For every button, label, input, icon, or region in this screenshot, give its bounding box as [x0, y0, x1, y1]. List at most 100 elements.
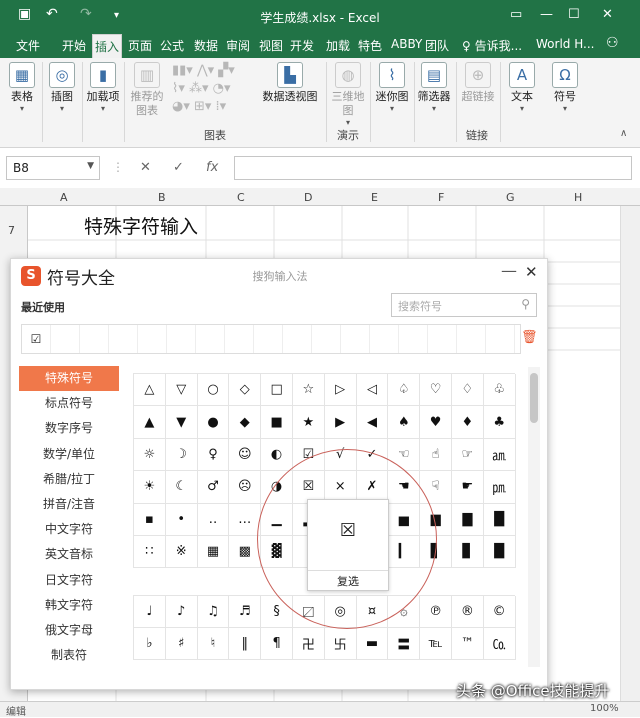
- tell-me-search[interactable]: ♀ 告诉我...: [462, 37, 522, 54]
- symbol-cell[interactable]: ㏇: [483, 628, 516, 660]
- symbol-cell[interactable]: ■: [261, 406, 293, 439]
- row-number[interactable]: 7: [8, 224, 15, 237]
- symbol-cell[interactable]: ㏘: [483, 471, 516, 504]
- symbol-cell[interactable]: ♭: [134, 628, 166, 660]
- symbol-cell[interactable]: ♡: [420, 374, 452, 407]
- symbol-cell[interactable]: ▲: [134, 406, 166, 439]
- scroll-thumb[interactable]: [530, 373, 538, 423]
- table-button[interactable]: ▦ 表格 ▾: [6, 62, 38, 113]
- category-item[interactable]: 英文音标: [19, 542, 119, 567]
- hyperlink-button[interactable]: ⊕ 超链接: [460, 62, 496, 104]
- symbol-cell[interactable]: 卐: [324, 628, 357, 660]
- tab-page-layout[interactable]: 页面: [128, 37, 152, 54]
- category-item[interactable]: 中文字符: [19, 517, 119, 542]
- symbol-cell[interactable]: ▊: [451, 535, 484, 569]
- symbol-cell[interactable]: ◆: [229, 406, 262, 439]
- symbol-cell[interactable]: ☾: [165, 471, 198, 504]
- symbol-cell[interactable]: ㏂: [483, 438, 516, 472]
- symbol-cell[interactable]: ℗: [420, 596, 452, 628]
- column-header[interactable]: H: [574, 191, 582, 204]
- symbol-cell[interactable]: ☝: [420, 438, 452, 472]
- category-item[interactable]: 特殊符号: [19, 366, 119, 392]
- symbol-cell[interactable]: ♠: [388, 406, 421, 439]
- category-item[interactable]: 俄文字母: [19, 618, 119, 643]
- addins-button[interactable]: ▮ 加载项 ▾: [86, 62, 120, 113]
- category-item[interactable]: 标点符号: [19, 391, 119, 416]
- tab-file[interactable]: 文件: [16, 37, 40, 54]
- symbol-cell[interactable]: ◇: [229, 374, 262, 407]
- tab-formulas[interactable]: 公式: [160, 37, 184, 54]
- symbol-cell[interactable]: ℡: [420, 628, 452, 660]
- symbol-cell[interactable]: ※: [165, 535, 198, 569]
- symbol-preview-popup[interactable]: ☒ 复选: [307, 499, 389, 591]
- symbol-cell[interactable]: ™: [451, 628, 484, 660]
- symbol-cell[interactable]: 卍: [292, 628, 325, 660]
- symbol-cell[interactable]: ©: [483, 596, 516, 628]
- category-item[interactable]: 拼音/注音: [19, 492, 119, 517]
- symbol-cell[interactable]: 〓: [388, 628, 421, 660]
- 3d-map-button[interactable]: ◍ 三维地图 ▾: [330, 62, 366, 127]
- column-header[interactable]: B: [158, 191, 166, 204]
- column-header[interactable]: A: [60, 191, 68, 204]
- search-icon[interactable]: ⚲: [521, 297, 530, 311]
- symbol-cell[interactable]: ♦: [451, 406, 484, 439]
- close-icon[interactable]: ✕: [602, 7, 613, 22]
- insert-function-icon[interactable]: fx: [206, 160, 218, 175]
- pivot-chart-button[interactable]: ▙ 数据透视图: [258, 62, 322, 104]
- symbol-cell[interactable]: ♥: [420, 406, 452, 439]
- symbol-cell[interactable]: ▬: [356, 628, 389, 660]
- symbol-cell[interactable]: ☞: [451, 438, 484, 472]
- symbol-cell[interactable]: ♀: [197, 438, 230, 472]
- symbol-cell[interactable]: ◀: [356, 406, 389, 439]
- formula-input[interactable]: [234, 156, 632, 180]
- symbol-cell[interactable]: ♬: [229, 596, 262, 628]
- tab-developer[interactable]: 开发: [290, 37, 314, 54]
- close-icon[interactable]: ✕: [525, 263, 538, 281]
- symbol-cell[interactable]: △: [134, 374, 166, 407]
- symbol-cell[interactable]: ♢: [451, 374, 484, 407]
- symbol-cell[interactable]: ▽: [165, 374, 198, 407]
- maximize-icon[interactable]: ☐: [568, 7, 580, 22]
- symbol-button[interactable]: Ω 符号 ▾: [548, 62, 582, 113]
- symbol-cell[interactable]: ◁: [356, 374, 389, 407]
- panel-scrollbar[interactable]: [528, 367, 540, 667]
- symbol-cell[interactable]: ♯: [165, 628, 198, 660]
- symbol-cell[interactable]: ♮: [197, 628, 230, 660]
- symbol-cell[interactable]: ♣: [483, 406, 516, 439]
- zoom-level[interactable]: 100%: [590, 703, 619, 714]
- tab-insert[interactable]: 插入: [92, 34, 123, 58]
- preview-action-label[interactable]: 复选: [308, 570, 388, 589]
- tab-addins[interactable]: 加载: [326, 37, 350, 54]
- symbol-cell[interactable]: ○: [197, 374, 230, 407]
- symbol-cell[interactable]: █: [483, 503, 516, 536]
- tab-data[interactable]: 数据: [194, 37, 218, 54]
- category-item[interactable]: 希腊/拉丁: [19, 467, 119, 492]
- symbol-cell[interactable]: ®: [451, 596, 484, 628]
- symbol-cell[interactable]: ●: [197, 406, 230, 439]
- symbol-cell[interactable]: ☽: [165, 438, 198, 472]
- column-header[interactable]: D: [304, 191, 312, 204]
- illustrations-button[interactable]: ◎ 插图 ▾: [46, 62, 78, 113]
- recent-symbol[interactable]: ☑: [22, 325, 51, 353]
- symbol-cell[interactable]: ♂: [197, 471, 230, 504]
- tab-home[interactable]: 开始: [62, 37, 86, 54]
- category-item[interactable]: 日文字符: [19, 568, 119, 593]
- sheet-title-cell[interactable]: 特殊字符输入: [84, 212, 198, 239]
- column-header[interactable]: E: [371, 191, 378, 204]
- tab-review[interactable]: 审阅: [226, 37, 250, 54]
- symbol-cell[interactable]: ♩: [134, 596, 166, 628]
- cancel-icon[interactable]: ✕: [140, 160, 151, 175]
- symbol-cell[interactable]: ▼: [165, 406, 198, 439]
- symbol-cell[interactable]: ▇: [451, 503, 484, 536]
- symbol-cell[interactable]: ▶: [324, 406, 357, 439]
- symbol-cell[interactable]: □: [261, 374, 293, 407]
- symbol-cell[interactable]: ♧: [483, 374, 516, 407]
- sparklines-button[interactable]: ⌇ 迷你图 ▾: [374, 62, 410, 113]
- category-item[interactable]: 数字序号: [19, 416, 119, 441]
- symbol-cell[interactable]: ☺: [229, 438, 262, 472]
- tab-abbyy[interactable]: ABBY: [391, 37, 422, 51]
- symbol-cell[interactable]: •: [165, 503, 198, 536]
- symbol-cell[interactable]: ☛: [451, 471, 484, 504]
- symbol-cell[interactable]: ☀: [134, 471, 166, 504]
- category-item[interactable]: 数学/单位: [19, 442, 119, 467]
